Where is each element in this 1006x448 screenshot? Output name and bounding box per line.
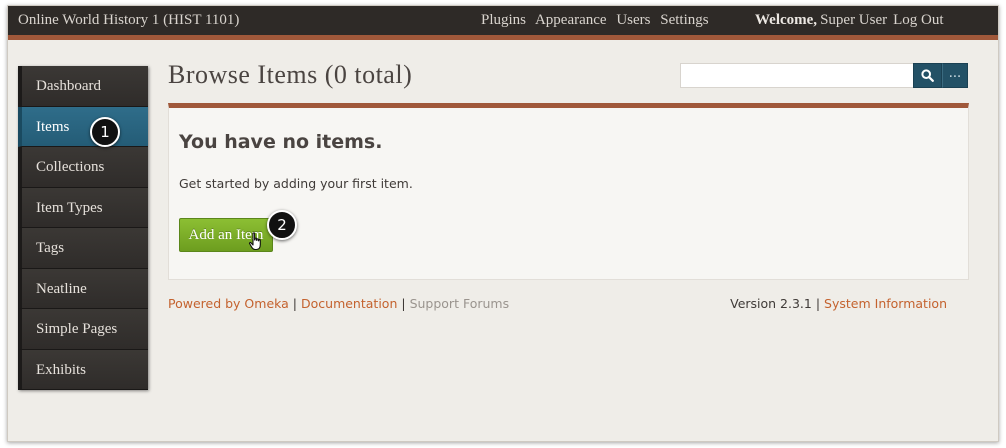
sidebar-item-tags[interactable]: Tags (18, 228, 148, 269)
sidebar-item-exhibits[interactable]: Exhibits (18, 349, 148, 390)
support-forums-link[interactable]: Support Forums (410, 296, 510, 311)
sidebar-item-simple-pages[interactable]: Simple Pages (18, 309, 148, 350)
footer-links: Powered by Omeka | Documentation | Suppo… (168, 296, 509, 311)
version-text: Version 2.3.1 (730, 296, 812, 311)
sidebar-item-collections[interactable]: Collections (18, 147, 148, 188)
nav-appearance[interactable]: Appearance (535, 12, 607, 28)
items-panel: You have no items. Get started by adding… (168, 103, 969, 280)
nav-users[interactable]: Users (616, 12, 650, 28)
search-button[interactable] (913, 63, 942, 88)
sidebar-item-dashboard[interactable]: Dashboard (18, 66, 148, 107)
welcome-area: Welcome, Super User Log Out (755, 12, 944, 29)
advanced-search-button[interactable]: ... (942, 63, 968, 88)
system-information-link[interactable]: System Information (824, 296, 947, 311)
search-icon (921, 69, 934, 82)
top-bar: Online World History 1 (HIST 1101) Plugi… (8, 6, 998, 40)
sidebar-item-neatline[interactable]: Neatline (18, 268, 148, 309)
callout-1: 1 (90, 117, 120, 147)
callout-2: 2 (267, 210, 297, 240)
user-name-link[interactable]: Super User (820, 12, 887, 28)
nav-settings[interactable]: Settings (660, 12, 708, 28)
browser-window: Online World History 1 (HIST 1101) Plugi… (7, 5, 999, 442)
sidebar-item-item-types[interactable]: Item Types (18, 187, 148, 228)
documentation-link[interactable]: Documentation (301, 296, 397, 311)
powered-by-omeka-link[interactable]: Powered by Omeka (168, 296, 289, 311)
footer-version: Version 2.3.1 | System Information (730, 296, 947, 311)
sidebar-nav: Dashboard Items Collections Item Types T… (18, 66, 148, 390)
empty-heading: You have no items. (179, 131, 383, 153)
empty-text: Get started by adding your first item. (179, 176, 413, 191)
page-title: Browse Items (0 total) (168, 60, 413, 89)
footer-separator: | (815, 296, 821, 311)
footer-separator: | (292, 296, 298, 311)
site-title[interactable]: Online World History 1 (HIST 1101) (18, 12, 239, 29)
footer-separator: | (401, 296, 406, 311)
welcome-label: Welcome, (755, 12, 818, 28)
search-input[interactable] (680, 63, 914, 88)
logout-link[interactable]: Log Out (893, 12, 943, 28)
hand-cursor-icon (248, 232, 261, 251)
sidebar-item-items[interactable]: Items (18, 106, 148, 147)
nav-plugins[interactable]: Plugins (481, 12, 526, 28)
top-nav: Plugins Appearance Users Settings (481, 12, 715, 29)
